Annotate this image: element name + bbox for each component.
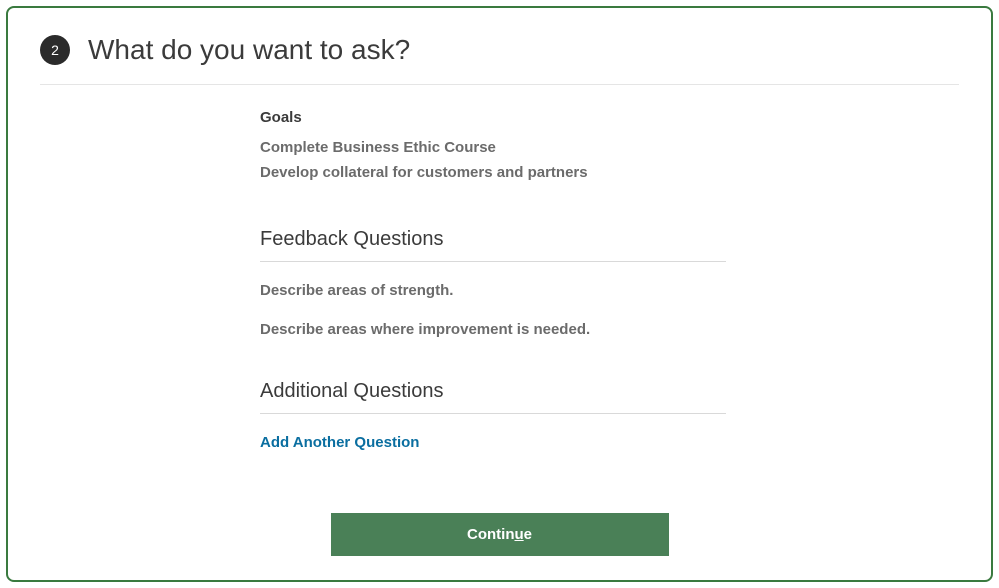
continue-button[interactable]: Continue [331,513,669,556]
continue-label-prefix: Contin [467,526,514,543]
continue-label-suffix: e [524,526,532,543]
panel-content: Goals Complete Business Ethic Course Dev… [40,85,959,491]
add-another-question-link[interactable]: Add Another Question [260,434,419,451]
additional-questions-heading: Additional Questions [260,380,726,414]
feedback-question-item: Describe areas where improvement is need… [260,321,959,338]
feedback-step-panel: 2 What do you want to ask? Goals Complet… [6,6,993,582]
feedback-question-item: Describe areas of strength. [260,282,959,299]
step-number-badge: 2 [40,35,70,65]
feedback-questions-heading: Feedback Questions [260,228,726,262]
continue-label-accelerator: u [514,526,523,543]
panel-title: What do you want to ask? [88,34,410,66]
panel-header: 2 What do you want to ask? [40,34,959,85]
button-row: Continue [40,513,959,556]
additional-questions-section: Additional Questions Add Another Questio… [260,380,959,452]
goal-item: Complete Business Ethic Course [260,136,959,161]
goals-section: Goals Complete Business Ethic Course Dev… [260,109,959,186]
goal-item: Develop collateral for customers and par… [260,161,959,186]
goals-label: Goals [260,109,959,126]
feedback-questions-section: Feedback Questions Describe areas of str… [260,228,959,338]
